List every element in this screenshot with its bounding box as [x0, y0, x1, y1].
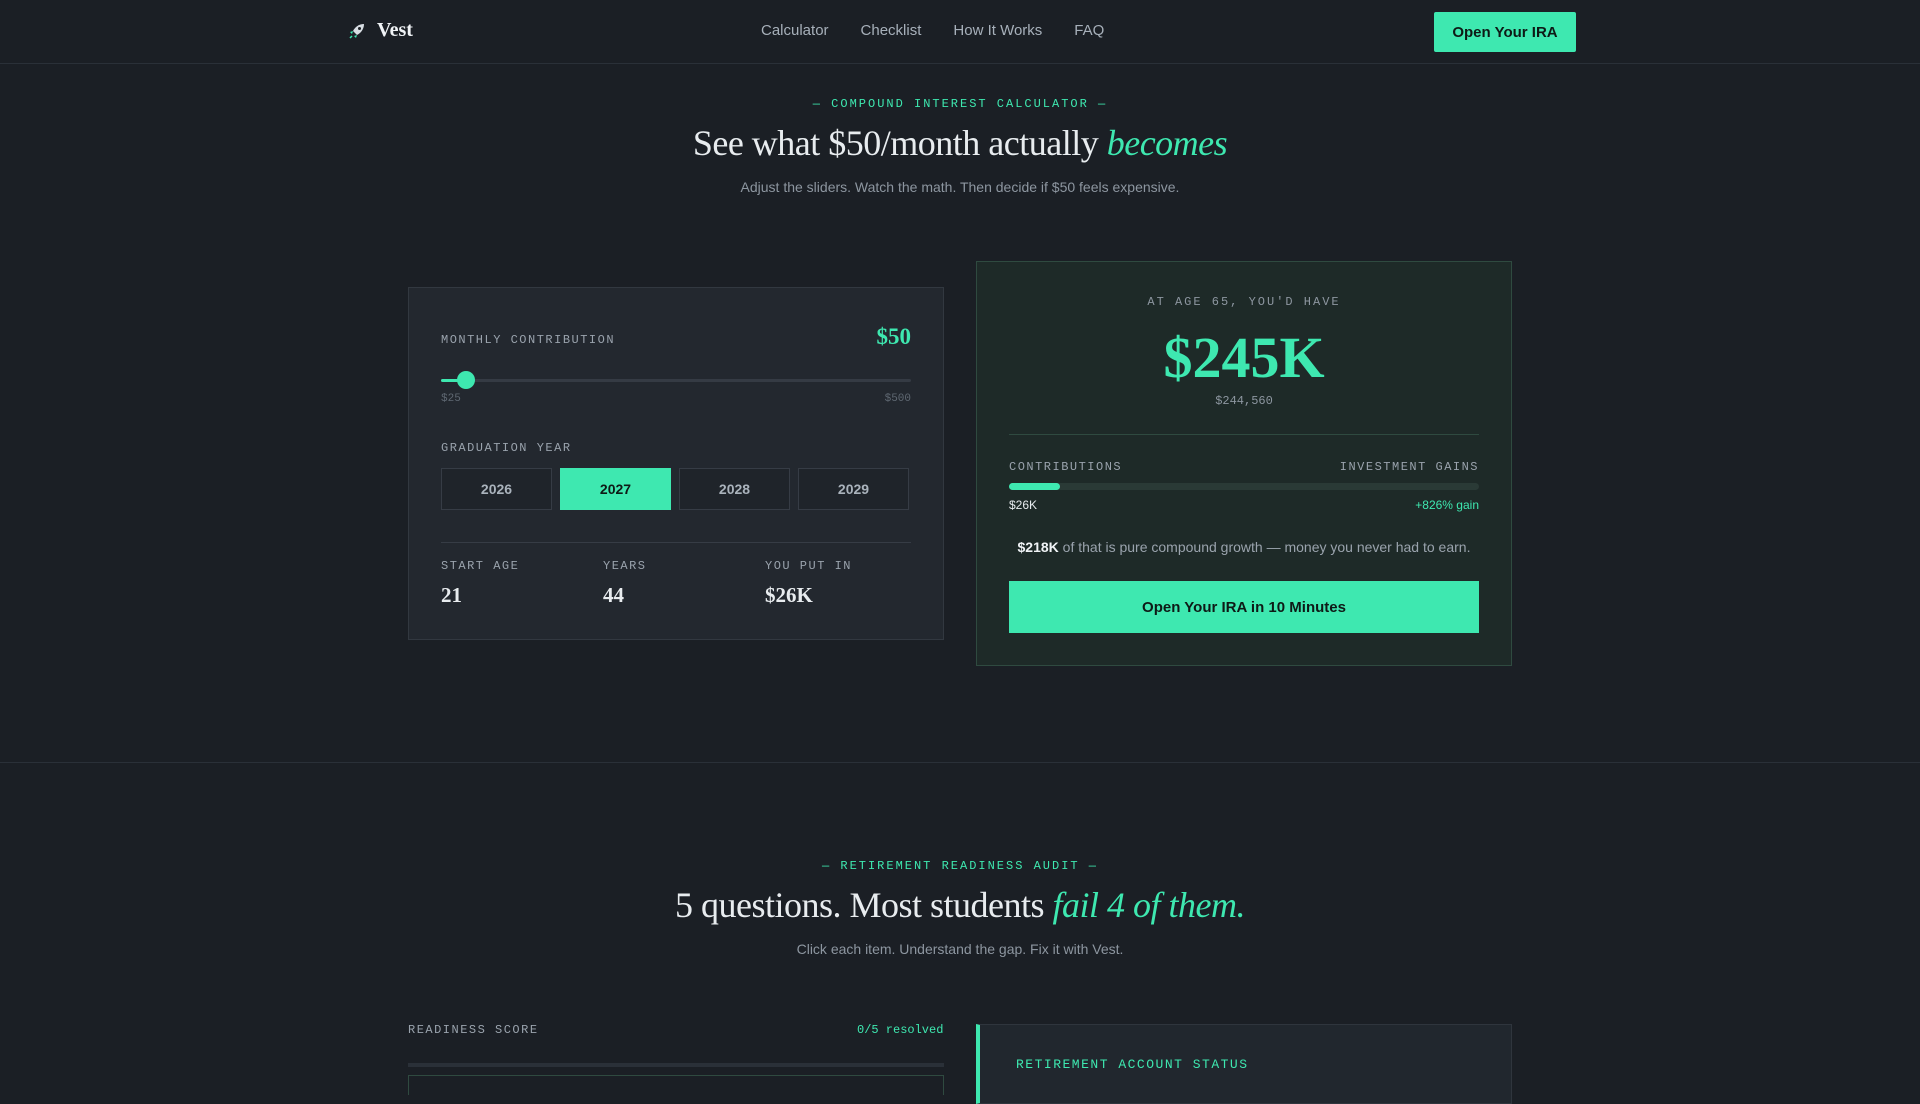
checklist-item[interactable]: [408, 1075, 944, 1095]
nav-link-faq[interactable]: FAQ: [1074, 22, 1104, 39]
year-option-2026[interactable]: 2026: [441, 468, 552, 510]
growth-text: of that is pure compound growth — money …: [1058, 539, 1471, 555]
growth-note: $218K of that is pure compound growth — …: [977, 539, 1511, 555]
graduation-year-label: GRADUATION YEAR: [441, 441, 572, 455]
divider: [1009, 434, 1479, 435]
open-ira-10-minutes-button[interactable]: Open Your IRA in 10 Minutes: [1009, 581, 1479, 633]
audit-eyebrow: — RETIREMENT READINESS AUDIT —: [821, 859, 1099, 873]
rocket-icon: [349, 23, 364, 39]
stat-label: YOU PUT IN: [765, 559, 853, 573]
year-option-2027[interactable]: 2027: [560, 468, 671, 510]
contribution-vs-gains-bar: [1009, 483, 1479, 490]
result-exact: $244,560: [1215, 394, 1273, 408]
headline-text: 5 questions. Most students: [674, 885, 1053, 925]
stat-label: START AGE: [441, 559, 520, 573]
contribution-share-fill: [1009, 483, 1060, 490]
slider-max-label: $500: [884, 393, 911, 405]
contribution-label: MONTHLY CONTRIBUTION: [441, 333, 616, 347]
investment-gains-label: INVESTMENT GAINS: [1339, 460, 1479, 474]
stat-value: $26K: [765, 583, 813, 607]
slider-min-label: $25: [441, 393, 461, 405]
headline-emphasis: becomes: [1106, 123, 1228, 163]
readiness-score-label: READINESS SCORE: [408, 1023, 539, 1037]
slider-thumb[interactable]: [456, 371, 475, 389]
divider: [441, 542, 911, 543]
contributions-value: $26K: [1009, 498, 1038, 512]
stat-years: YEARS 44: [603, 559, 647, 608]
calculator-eyebrow: — COMPOUND INTEREST CALCULATOR —: [812, 97, 1108, 111]
result-total: $245K: [1163, 325, 1325, 390]
open-ira-button[interactable]: Open Your IRA: [1434, 12, 1576, 52]
audit-headline: 5 questions. Most students fail 4 of the…: [0, 884, 1920, 926]
contributions-label: CONTRIBUTIONS: [1009, 460, 1123, 474]
calculator-inputs-card: MONTHLY CONTRIBUTION $50 $25 $500 GRADUA…: [408, 287, 944, 640]
stat-you-put-in: YOU PUT IN $26K: [765, 559, 852, 608]
stat-start-age: START AGE 21: [441, 559, 519, 608]
audit-subline: Click each item. Understand the gap. Fix…: [796, 941, 1124, 957]
brand[interactable]: Vest: [347, 19, 413, 42]
nav-link-how-it-works[interactable]: How It Works: [953, 22, 1042, 39]
readiness-progress-bar: [408, 1063, 944, 1067]
growth-amount: $218K: [1017, 539, 1059, 555]
status-title: RETIREMENT ACCOUNT STATUS: [1016, 1057, 1249, 1072]
stat-label: YEARS: [603, 559, 647, 573]
headline-text: See what $50/month actually: [692, 123, 1107, 163]
gain-percent: +826% gain: [1415, 498, 1479, 512]
nav-link-calculator[interactable]: Calculator: [761, 22, 829, 39]
year-option-2028[interactable]: 2028: [679, 468, 790, 510]
nav-links: Calculator Checklist How It Works FAQ: [761, 22, 1104, 39]
graduation-year-options: 2026 2027 2028 2029: [441, 468, 909, 510]
contribution-value: $50: [876, 324, 912, 349]
readiness-count: 0/5 resolved: [857, 1023, 944, 1037]
year-option-2029[interactable]: 2029: [798, 468, 909, 510]
brand-name: Vest: [377, 19, 413, 41]
contribution-slider[interactable]: [441, 371, 911, 389]
stat-value: 21: [441, 583, 462, 607]
calculator-headline: See what $50/month actually becomes: [0, 122, 1920, 164]
calculator-subline: Adjust the sliders. Watch the math. Then…: [740, 179, 1180, 195]
calculator-result-card: AT AGE 65, YOU'D HAVE $245K $244,560 CON…: [976, 261, 1512, 666]
result-eyebrow: AT AGE 65, YOU'D HAVE: [1147, 295, 1341, 309]
retirement-account-status-card: RETIREMENT ACCOUNT STATUS: [976, 1024, 1512, 1104]
section-divider: [0, 762, 1920, 763]
stat-value: 44: [603, 583, 624, 607]
top-nav: Vest Calculator Checklist How It Works F…: [0, 0, 1920, 64]
nav-link-checklist[interactable]: Checklist: [861, 22, 922, 39]
headline-emphasis: fail 4 of them.: [1052, 885, 1246, 925]
